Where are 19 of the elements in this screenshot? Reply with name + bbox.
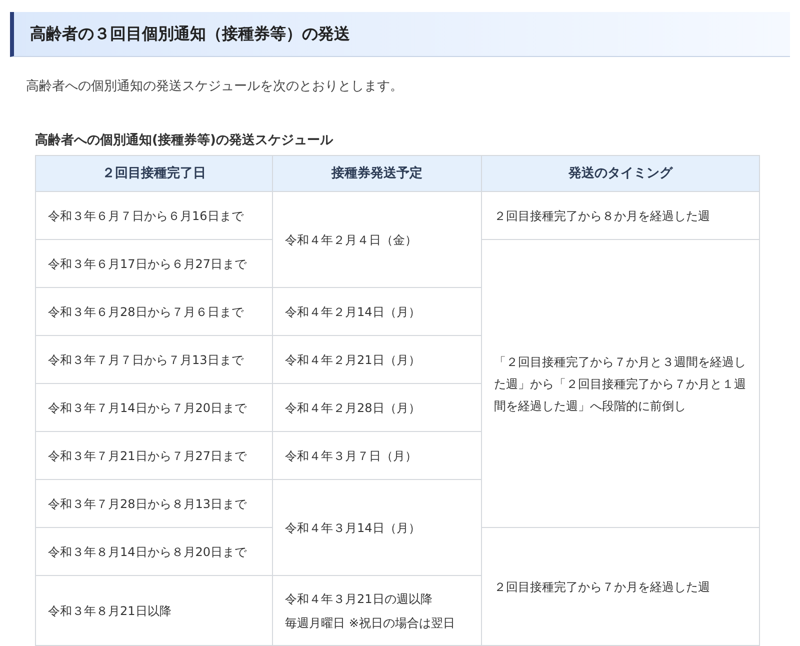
table-cell: 「２回目接種完了から７か月と３週間を経過した週」から「２回目接種完了から７か月と１週間を経過した週」へ段階的に前倒し: [482, 240, 760, 528]
table-cell: 令和３年６月７日から６月16日まで: [36, 192, 272, 240]
table-cell: 令和３年６月17日から６月27日まで: [36, 240, 272, 288]
column-header: 発送のタイミング: [482, 156, 760, 192]
table-cell: 令和３年８月21日以降: [36, 576, 272, 646]
table-cell: 令和３年７月７日から７月13日まで: [36, 336, 272, 384]
column-header: 接種券発送予定: [272, 156, 482, 192]
intro-text: 高齢者への個別通知の発送スケジュールを次のとおりとします。: [26, 78, 404, 96]
table-cell: 令和４年２月４日（金）: [272, 192, 482, 288]
table-cell: ２回目接種完了から７か月を経過した週: [482, 528, 760, 646]
table-cell: 令和３年７月21日から７月27日まで: [36, 432, 272, 480]
column-header: ２回目接種完了日: [36, 156, 272, 192]
table-cell: ２回目接種完了から８か月を経過した週: [482, 192, 760, 240]
table-cell: 令和３年７月14日から７月20日まで: [36, 384, 272, 432]
table-cell: 令和３年６月28日から７月６日まで: [36, 288, 272, 336]
table-cell: 令和３年７月28日から８月13日まで: [36, 480, 272, 528]
table-caption: 高齢者への個別通知(接種券等)の発送スケジュール: [35, 132, 334, 150]
table-cell: 令和３年８月14日から８月20日まで: [36, 528, 272, 576]
section-heading: 高齢者の３回目個別通知（接種券等）の発送: [10, 12, 790, 57]
